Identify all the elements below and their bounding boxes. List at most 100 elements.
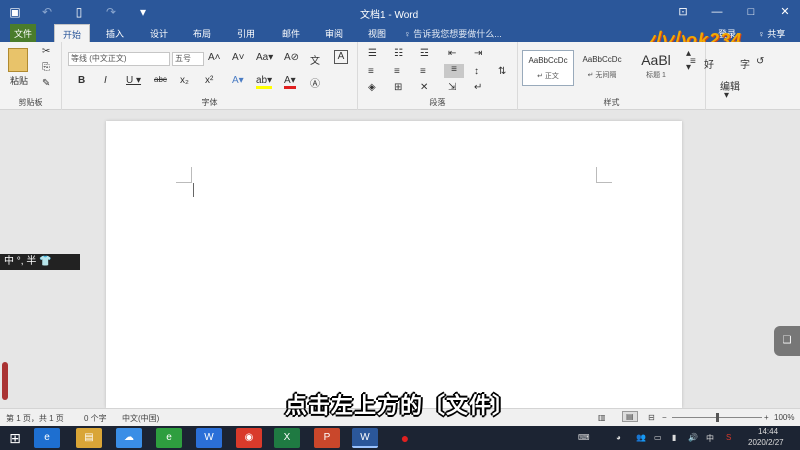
taskbar-excel-icon[interactable]: X — [274, 428, 300, 448]
taskbar-wps-icon[interactable]: W — [196, 428, 222, 448]
taskbar-baidu-cloud-icon[interactable]: ☁ — [116, 428, 142, 448]
paste-button-label: 粘贴 — [10, 76, 29, 86]
align-right-icon[interactable]: ≡ — [420, 66, 426, 77]
tab-file[interactable]: 文件 — [10, 24, 37, 42]
grow-font-icon[interactable]: A˄ — [208, 52, 221, 63]
chinese-layout-icon[interactable]: ✕ — [420, 82, 428, 93]
clipboard-group: 粘贴 ✂ ⎘ ✎ 剪贴板 — [0, 42, 62, 110]
editing-dropdown-icon[interactable]: ▾ — [724, 90, 729, 101]
change-case-icon[interactable]: Aa▾ — [256, 52, 273, 63]
superscript-icon[interactable]: x² — [205, 75, 213, 86]
save-icon[interactable]: ▣ — [6, 3, 24, 21]
tab-mailings[interactable]: 邮件 — [282, 27, 300, 40]
minimize-button[interactable]: — — [708, 3, 726, 21]
taskbar-word-icon[interactable]: W — [352, 428, 378, 448]
cut-icon[interactable]: ✂ — [42, 46, 50, 57]
numbering-icon[interactable]: ☷ — [394, 48, 403, 59]
strikethrough-icon[interactable]: abc — [154, 75, 167, 84]
ribbon-display-options-icon[interactable]: ⊡ — [674, 3, 692, 21]
format-painter-icon[interactable]: ✎ — [42, 78, 50, 89]
justify-icon[interactable]: ≡ — [444, 64, 464, 78]
new-document-icon[interactable]: ▯ — [70, 3, 88, 21]
clear-format-icon[interactable]: A⊘ — [284, 52, 299, 63]
show-marks-icon[interactable]: ↵ — [474, 82, 482, 93]
tray-monitor-icon[interactable]: ▭ — [654, 433, 662, 442]
tray-clock[interactable]: 14:44 — [758, 427, 778, 436]
tab-home[interactable]: 开始 — [54, 24, 91, 42]
underline-icon[interactable]: U ▾ — [126, 75, 141, 86]
sort-icon[interactable]: ⇅ — [498, 66, 506, 77]
taskbar-chrome-icon[interactable]: ◉ — [236, 428, 262, 448]
character-border-icon[interactable]: A — [334, 50, 348, 64]
quick-access-toolbar: ▣ ↶ ▯ ↷ ▾ — [6, 3, 152, 21]
asian-layout-icon[interactable]: ⇲ — [448, 82, 456, 93]
document-page[interactable] — [106, 121, 682, 408]
shading-icon[interactable]: ◈ — [368, 82, 376, 93]
style-heading-1[interactable]: AaBl 标题 1 — [630, 50, 682, 86]
align-left-icon[interactable]: ≡ — [368, 66, 374, 77]
share-button[interactable]: ♀ 共享 — [758, 27, 785, 40]
tray-date[interactable]: 2020/2/27 — [748, 438, 784, 447]
maximize-button[interactable]: □ — [742, 3, 760, 21]
styles-group: AaBbCcDc ↵ 正文 AaBbCcDc ↵ 无间隔 AaBl 标题 1 ▴… — [518, 42, 706, 110]
ime-toolbar[interactable]: 中 °, 半 👕 — [0, 254, 80, 270]
tab-layout[interactable]: 布局 — [193, 27, 211, 40]
tab-design[interactable]: 设计 — [150, 27, 168, 40]
italic-icon[interactable]: I — [104, 75, 107, 86]
editing-group: 编辑 ▾ — [708, 42, 748, 110]
tray-volume-icon[interactable]: 🔊 — [688, 433, 698, 442]
taskbar-powerpoint-icon[interactable]: P — [314, 428, 340, 448]
style-name: ↵ 无间隔 — [587, 72, 617, 79]
title-bar: ▣ ↶ ▯ ↷ ▾ 文档1 - Word ⊡ — □ ✕ — [0, 0, 800, 24]
line-spacing-icon[interactable]: ↕ — [474, 66, 479, 77]
font-size-select[interactable]: 五号 — [172, 52, 204, 66]
styles-pane-icon[interactable]: ≡ — [690, 56, 696, 67]
taskbar-ie-icon[interactable]: e — [34, 428, 60, 448]
tray-keyboard-icon[interactable]: ⌨ — [578, 433, 590, 442]
font-name-select[interactable]: 等线 (中文正文) — [68, 52, 170, 66]
tab-review[interactable]: 审阅 — [325, 27, 343, 40]
tray-network-icon[interactable]: ▮ — [672, 433, 676, 442]
tray-qq-icon[interactable]: ◕ — [616, 433, 621, 442]
style-normal[interactable]: AaBbCcDc ↵ 正文 — [522, 50, 574, 86]
undo-icon[interactable]: ↶ — [38, 3, 56, 21]
clipboard-group-label: 剪贴板 — [18, 98, 43, 107]
multilevel-list-icon[interactable]: ☲ — [420, 48, 429, 59]
tell-me-search[interactable]: ♀ 告诉我您想要做什么... — [404, 27, 502, 40]
bold-icon[interactable]: B — [78, 75, 85, 86]
enclose-characters-icon[interactable]: Ⓐ — [310, 75, 320, 90]
tab-references[interactable]: 引用 — [237, 27, 255, 40]
font-color-icon[interactable]: A▾ — [284, 75, 296, 89]
video-subtitle: 点击左上方的〔文件〕 — [284, 393, 515, 418]
side-panel-tab[interactable]: ❑ — [774, 326, 800, 356]
phonetic-guide-icon[interactable]: 文 — [310, 52, 320, 67]
tray-sogou-icon[interactable]: S — [726, 433, 731, 442]
taskbar-recorder-icon[interactable]: ● — [392, 428, 418, 448]
tab-view[interactable]: 视图 — [368, 27, 386, 40]
start-button[interactable]: ⊞ — [2, 428, 28, 448]
style-refresh-icon[interactable]: ↺ — [756, 56, 764, 67]
bullets-icon[interactable]: ☰ — [368, 48, 377, 59]
copy-icon[interactable]: ⎘ — [42, 62, 50, 73]
borders-icon[interactable]: ⊞ — [394, 82, 402, 93]
taskbar-explorer-icon[interactable]: ▤ — [76, 428, 102, 448]
taskbar-browser-icon[interactable]: e — [156, 428, 182, 448]
text-effects-icon[interactable]: A▾ — [232, 75, 244, 86]
tray-ime-indicator[interactable]: 中 — [706, 433, 714, 444]
decrease-indent-icon[interactable]: ⇤ — [448, 48, 456, 59]
text-cursor — [193, 183, 194, 197]
style-no-spacing[interactable]: AaBbCcDc ↵ 无间隔 — [576, 50, 628, 86]
subscript-icon[interactable]: x₂ — [180, 75, 189, 86]
tray-people-icon[interactable]: 👥 — [636, 433, 646, 442]
taskbar: ⊞ e ▤ ☁ e W ◉ X P W ● ⌨ ◕ 👥 ▭ ▮ 🔊 中 S 14… — [0, 426, 800, 450]
redo-icon[interactable]: ↷ — [102, 3, 120, 21]
close-button[interactable]: ✕ — [776, 3, 794, 21]
highlight-color-icon[interactable]: ab▾ — [256, 75, 273, 89]
align-center-icon[interactable]: ≡ — [394, 66, 400, 77]
customize-qat-icon[interactable]: ▾ — [134, 3, 152, 21]
increase-indent-icon[interactable]: ⇥ — [474, 48, 482, 59]
paste-icon[interactable] — [8, 48, 28, 72]
shrink-font-icon[interactable]: A˅ — [232, 52, 245, 63]
editing-label[interactable]: 编辑 — [720, 78, 740, 93]
tab-insert[interactable]: 插入 — [106, 27, 124, 40]
